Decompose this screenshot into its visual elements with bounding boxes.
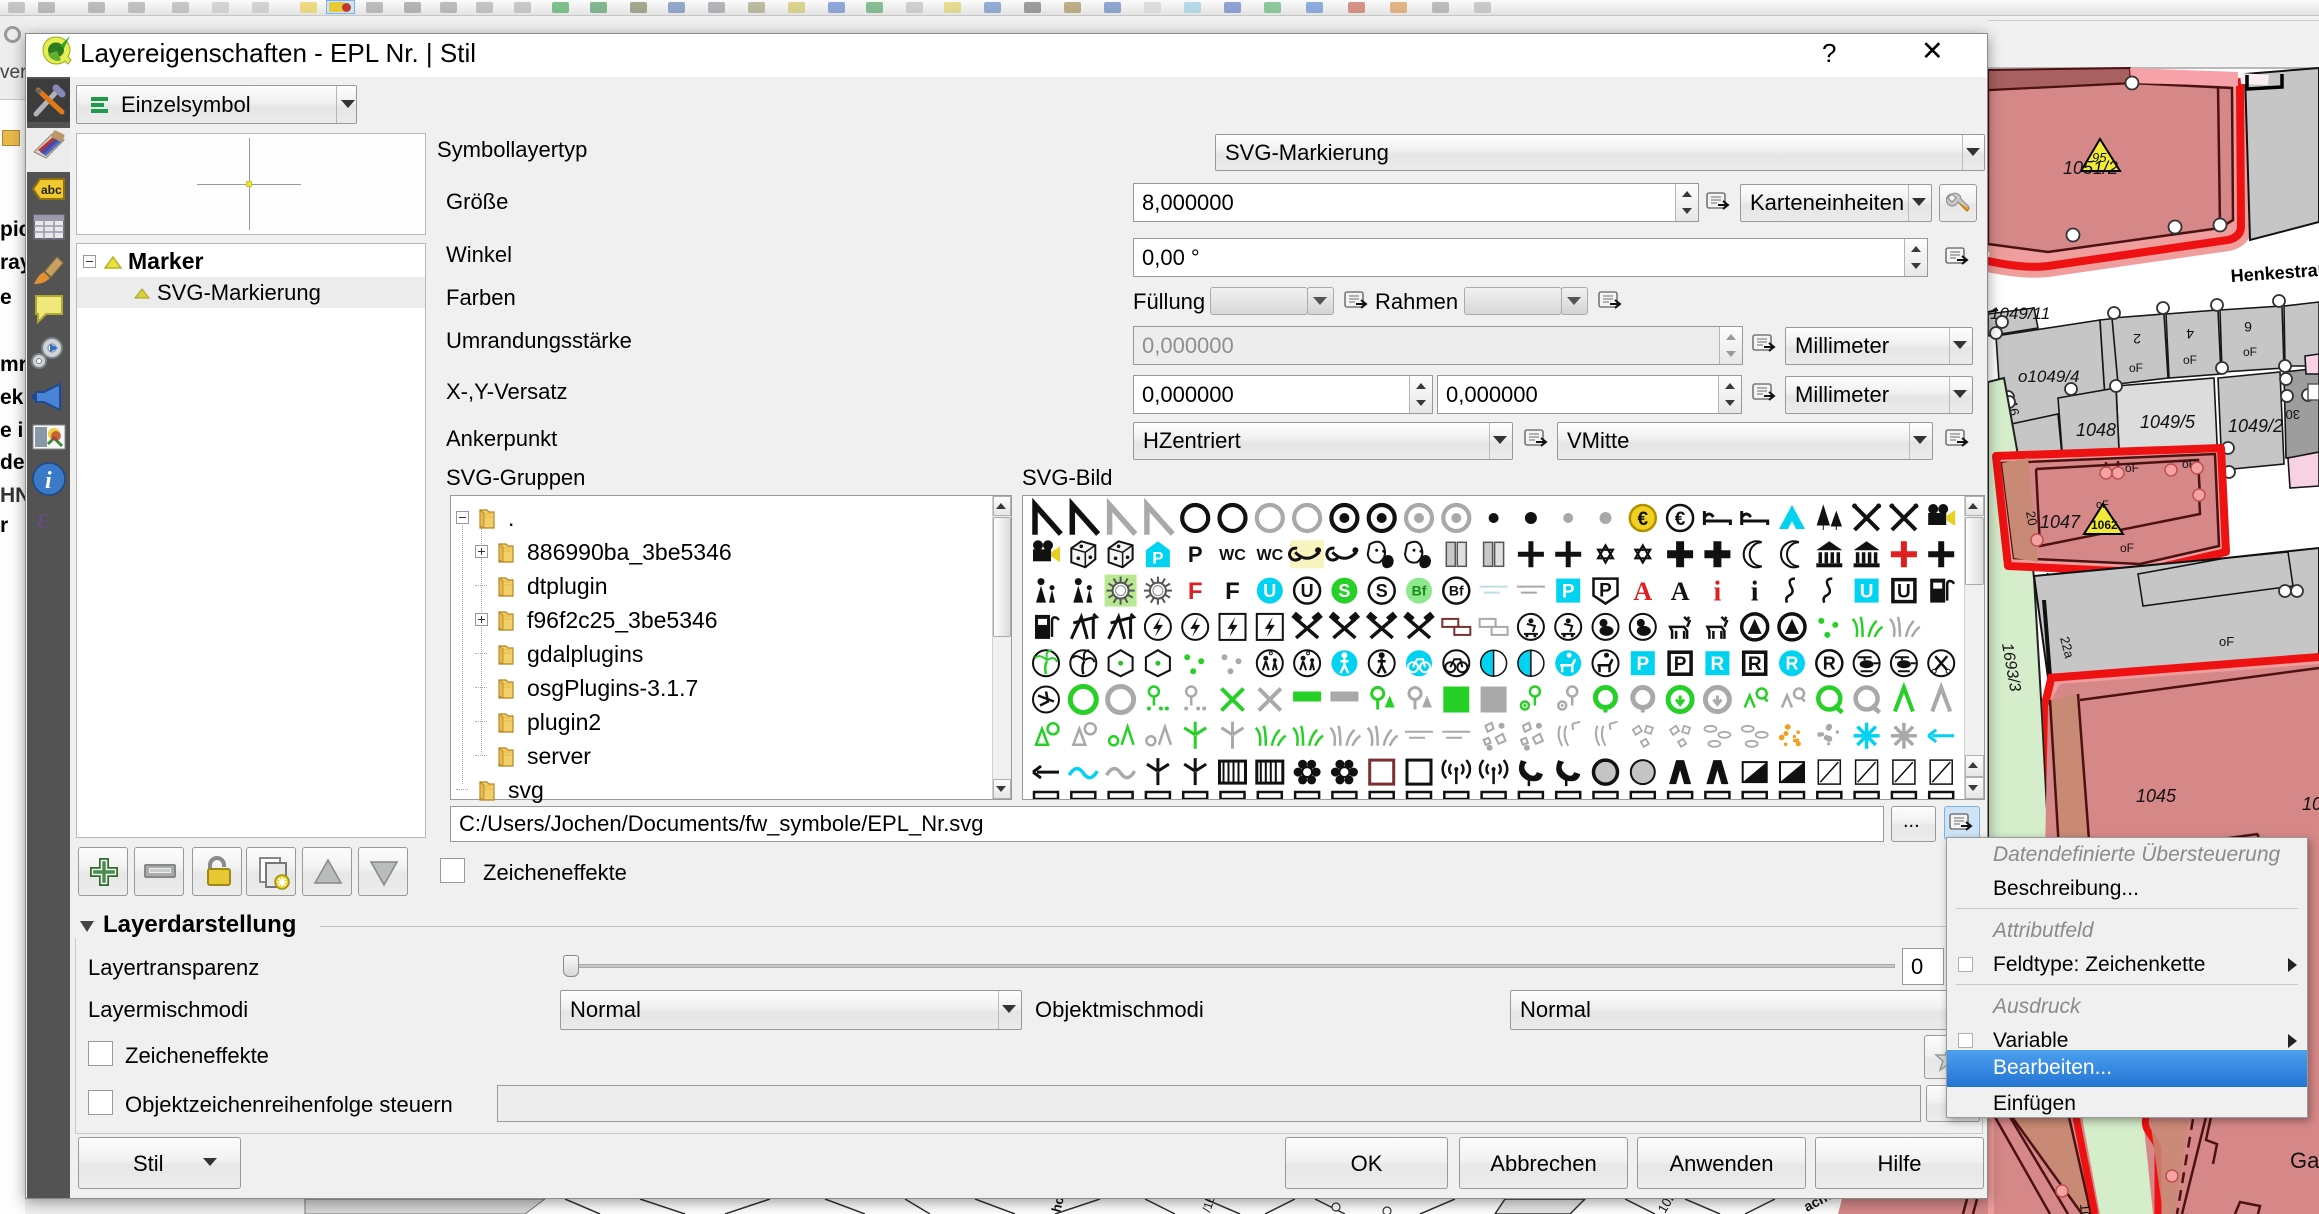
svg-text:1047: 1047 bbox=[2040, 512, 2081, 532]
svg-text:P: P bbox=[1188, 542, 1203, 567]
svg-text:P: P bbox=[1636, 654, 1649, 675]
svg-text:€: € bbox=[1638, 509, 1649, 530]
svg-text:oF: oF bbox=[2183, 353, 2197, 367]
svg-text:WC: WC bbox=[1256, 547, 1283, 564]
svg-text:oF: oF bbox=[2096, 499, 2109, 511]
svg-text:R: R bbox=[1786, 654, 1799, 674]
svg-text:oF: oF bbox=[2243, 345, 2257, 359]
svg-text:U: U bbox=[1897, 581, 1911, 602]
svg-text:P: P bbox=[1562, 581, 1575, 602]
svg-text:F: F bbox=[1188, 578, 1203, 605]
svg-text:1029: 1029 bbox=[2077, 1203, 2096, 1214]
svg-text:2: 2 bbox=[2133, 331, 2141, 347]
svg-text:Ga: Ga bbox=[2290, 1148, 2319, 1173]
svg-text:R: R bbox=[1748, 654, 1762, 675]
svg-text:U: U bbox=[1860, 581, 1874, 602]
svg-text:10: 10 bbox=[2302, 794, 2319, 814]
svg-text:abc: abc bbox=[41, 183, 62, 197]
svg-text:1049/5: 1049/5 bbox=[2140, 412, 2196, 432]
svg-text:U: U bbox=[1301, 581, 1314, 601]
svg-text:U: U bbox=[1263, 581, 1276, 601]
svg-text:Bf: Bf bbox=[1412, 583, 1427, 599]
svg-text:F: F bbox=[1225, 578, 1240, 605]
svg-text:oF: oF bbox=[2120, 541, 2134, 555]
svg-text:A: A bbox=[1633, 577, 1652, 606]
svg-text:1048: 1048 bbox=[2076, 420, 2116, 440]
svg-text:oF: oF bbox=[2125, 461, 2139, 475]
svg-text:S: S bbox=[1376, 581, 1388, 601]
svg-text:1051/2: 1051/2 bbox=[2063, 158, 2118, 178]
svg-text:S: S bbox=[1338, 581, 1350, 601]
svg-text:oF: oF bbox=[2219, 634, 2234, 649]
svg-text:1045: 1045 bbox=[2136, 786, 2177, 806]
svg-text:1062: 1062 bbox=[2091, 518, 2118, 532]
svg-text:R: R bbox=[1711, 654, 1725, 675]
svg-text:A: A bbox=[1671, 577, 1690, 606]
svg-text:oF: oF bbox=[2129, 361, 2143, 375]
svg-text:€: € bbox=[1675, 509, 1686, 530]
svg-text:20: 20 bbox=[2023, 510, 2040, 527]
svg-text:ε: ε bbox=[37, 502, 50, 534]
svg-text:i: i bbox=[45, 468, 52, 494]
svg-text:P: P bbox=[1599, 580, 1612, 601]
svg-text:i: i bbox=[1714, 577, 1722, 608]
svg-text:✡: ✡ bbox=[1595, 540, 1617, 570]
svg-text:WC: WC bbox=[1219, 547, 1246, 564]
svg-text:30: 30 bbox=[2286, 407, 2300, 422]
svg-text:✡: ✡ bbox=[1632, 540, 1654, 570]
svg-text:6: 6 bbox=[2244, 319, 2252, 335]
svg-text:P: P bbox=[1674, 654, 1687, 675]
svg-text:Bf: Bf bbox=[1449, 583, 1464, 599]
svg-text:P: P bbox=[1152, 548, 1163, 567]
svg-text:R: R bbox=[1823, 654, 1836, 674]
svg-text:i: i bbox=[1751, 577, 1759, 608]
svg-text:4: 4 bbox=[2186, 326, 2194, 342]
svg-text:1049/2: 1049/2 bbox=[2228, 416, 2283, 436]
